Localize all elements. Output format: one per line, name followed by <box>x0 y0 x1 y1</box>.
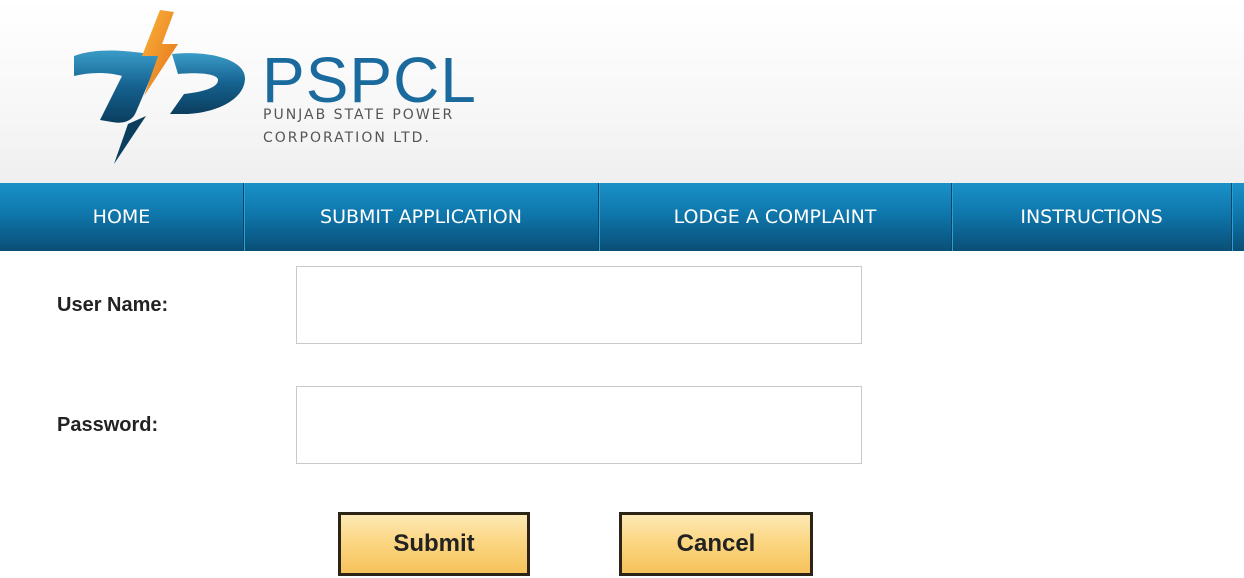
nav-item-home[interactable]: HOME <box>0 183 244 251</box>
nav-item-lodge-complaint[interactable]: LODGE A COMPLAINT <box>599 183 952 251</box>
main-nav: HOME SUBMIT APPLICATION LODGE A COMPLAIN… <box>0 183 1244 251</box>
nav-item-submit-application[interactable]: SUBMIT APPLICATION <box>244 183 599 251</box>
username-label: User Name: <box>57 294 169 316</box>
username-input[interactable] <box>296 266 862 344</box>
logo-subtitle-line2: CORPORATION LTD. <box>263 130 431 146</box>
password-label: Password: <box>57 414 159 436</box>
site-header: PSPCL PUNJAB STATE POWER CORPORATION LTD… <box>0 0 1244 183</box>
logo-subtitle-line1: PUNJAB STATE POWER <box>263 107 455 123</box>
nav-item-instructions[interactable]: INSTRUCTIONS <box>952 183 1232 251</box>
pspcl-logo-icon <box>74 10 245 164</box>
logo-title: PSPCL <box>262 44 477 116</box>
password-input[interactable] <box>296 386 862 464</box>
submit-button[interactable]: Submit <box>338 512 530 576</box>
cancel-button[interactable]: Cancel <box>619 512 813 576</box>
